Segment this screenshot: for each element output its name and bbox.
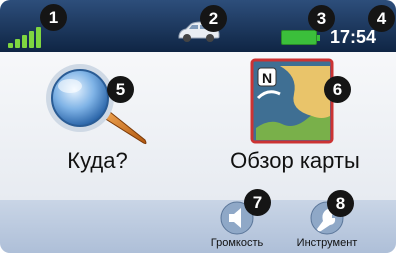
- where-to-button[interactable]: Куда?: [10, 56, 185, 196]
- tools-label: Инструмент: [296, 237, 358, 249]
- gps-signal-icon[interactable]: [8, 20, 42, 48]
- callout-6: 6: [324, 76, 351, 103]
- magnifier-icon: [46, 64, 147, 145]
- view-map-button[interactable]: N Обзор карты: [200, 56, 390, 196]
- main-menu: Куда? N Обзор карты: [0, 52, 396, 200]
- where-to-label: Куда?: [67, 148, 128, 173]
- view-map-label: Обзор карты: [230, 148, 360, 173]
- callout-2: 2: [200, 5, 227, 32]
- svg-text:N: N: [262, 70, 272, 86]
- callout-8: 8: [327, 190, 354, 217]
- callout-7: 7: [244, 189, 271, 216]
- volume-label: Громкость: [210, 237, 264, 249]
- callout-4: 4: [368, 5, 395, 32]
- callout-5: 5: [107, 76, 134, 103]
- battery-icon[interactable]: [281, 30, 320, 45]
- map-icon: N: [250, 58, 334, 144]
- callout-3: 3: [308, 5, 335, 32]
- navigator-screen: 17:54 Куда? N Обзор карты Громкость Инст…: [0, 0, 396, 253]
- callout-1: 1: [40, 4, 67, 31]
